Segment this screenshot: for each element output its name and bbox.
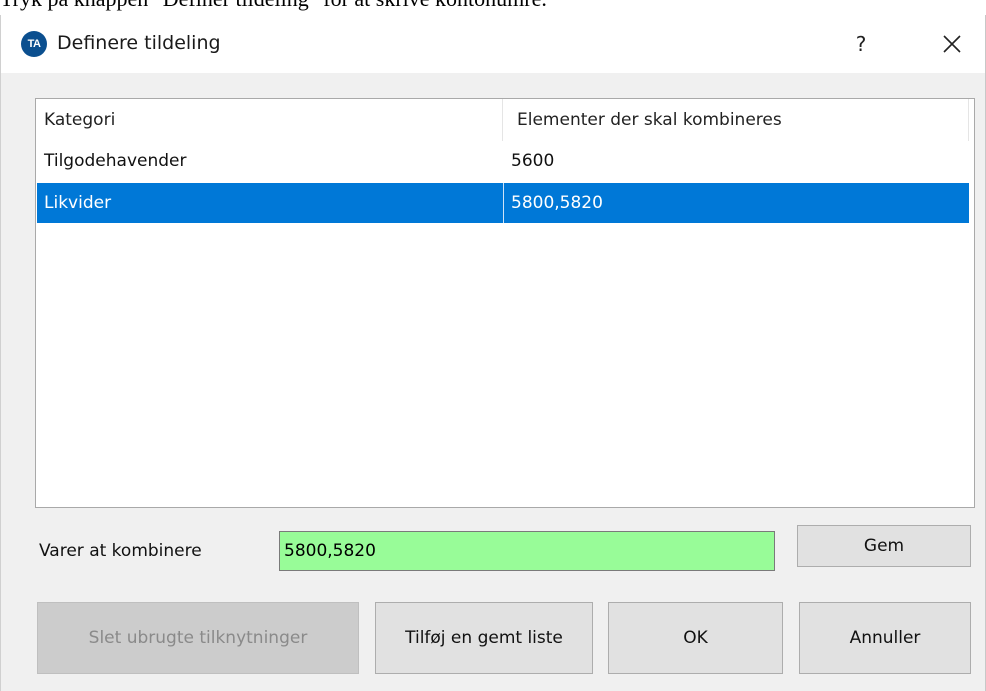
list-row[interactable]: Tilgodehavender 5600 (37, 141, 969, 181)
dialog-title: Definere tildeling (57, 32, 221, 54)
add-saved-list-button[interactable]: Tilføj en gemt liste (375, 602, 593, 674)
list-row-selected[interactable]: Likvider 5800,5820 (37, 183, 969, 223)
close-icon (943, 35, 961, 53)
help-button[interactable]: ? (841, 25, 881, 63)
allocation-list[interactable]: Kategori Elementer der skal kombineres T… (35, 98, 975, 508)
cancel-button[interactable]: Annuller (799, 602, 971, 674)
column-header-category[interactable]: Kategori (36, 99, 503, 141)
delete-unused-button[interactable]: Slet ubrugte tilknytninger (37, 602, 359, 674)
app-logo-icon: TA (21, 31, 47, 57)
ok-button[interactable]: OK (608, 602, 783, 674)
save-button[interactable]: Gem (797, 525, 971, 567)
document-instruction-text: Tryk på knappen "Definer tildeling" for … (0, 0, 986, 10)
column-header-items[interactable]: Elementer der skal kombineres (503, 99, 969, 141)
list-header: Kategori Elementer der skal kombineres (36, 99, 974, 141)
row-items: 5600 (511, 151, 555, 171)
column-divider (503, 183, 504, 223)
row-category: Tilgodehavender (44, 151, 187, 171)
close-button[interactable] (929, 25, 975, 63)
row-items: 5800,5820 (511, 193, 603, 213)
combine-input[interactable]: 5800,5820 (279, 531, 775, 571)
dialog-titlebar: TA Definere tildeling ? (1, 15, 985, 73)
combine-label: Varer at kombinere (39, 541, 202, 561)
row-category: Likvider (44, 193, 112, 213)
define-allocation-dialog: TA Definere tildeling ? Kategori Element… (0, 15, 986, 691)
